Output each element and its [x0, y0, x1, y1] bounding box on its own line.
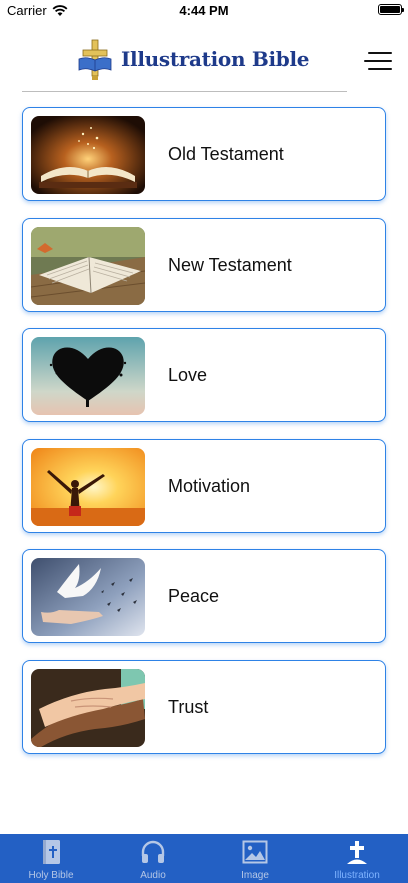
doves-flying-photo	[31, 558, 145, 636]
menu-line	[364, 60, 392, 62]
tab-audio[interactable]: Audio	[102, 834, 204, 883]
category-new-testament[interactable]: New Testament	[22, 217, 386, 312]
glowing-open-book-photo	[31, 116, 145, 194]
tab-label: Audio	[140, 870, 166, 881]
heart-shaped-tree-photo	[31, 337, 145, 415]
tab-label: Holy Bible	[28, 870, 74, 881]
cross-icon	[347, 841, 367, 864]
category-label: Motivation	[168, 475, 251, 496]
bible-book-icon	[43, 840, 60, 864]
header-divider	[22, 91, 347, 92]
category-peace[interactable]: Peace	[22, 549, 386, 643]
open-bible-on-table-photo	[31, 226, 145, 305]
app-header: Illustration Bible	[0, 30, 408, 90]
category-motivation[interactable]: Motivation	[22, 438, 386, 533]
tab-image[interactable]: Image	[204, 834, 306, 883]
tab-label: Image	[241, 870, 269, 881]
category-label: New Testament	[168, 254, 292, 275]
menu-line	[368, 52, 392, 54]
tab-illustration[interactable]: Illustration	[306, 834, 408, 883]
menu-line	[368, 68, 392, 70]
status-time: 4:44 PM	[179, 3, 229, 18]
category-label: Old Testament	[168, 144, 284, 164]
headphones-icon	[141, 840, 165, 863]
category-old-testament[interactable]: Old Testament	[22, 107, 386, 201]
person-arms-raised-sunset-photo	[31, 447, 145, 526]
category-label: Love	[168, 365, 208, 385]
tab-label: Illustration	[334, 870, 380, 881]
hamburger-menu-icon[interactable]	[364, 50, 392, 72]
status-bar: Carrier 4:44 PM	[0, 0, 408, 22]
category-label: Peace	[168, 586, 220, 606]
category-love[interactable]: Love	[22, 328, 386, 422]
cross-bible-icon	[78, 39, 112, 80]
app-title: Illustration Bible	[121, 47, 310, 71]
category-list: Old Testament New Testament Love Motivat…	[22, 107, 386, 770]
holding-hands-photo	[31, 668, 145, 747]
picture-icon	[242, 840, 268, 864]
battery-icon	[378, 4, 404, 15]
category-label: Trust	[168, 696, 209, 717]
category-trust[interactable]: Trust	[22, 659, 386, 754]
tab-bar: Holy Bible Audio Image Illustration	[0, 834, 408, 883]
tab-holy-bible[interactable]: Holy Bible	[0, 834, 102, 883]
